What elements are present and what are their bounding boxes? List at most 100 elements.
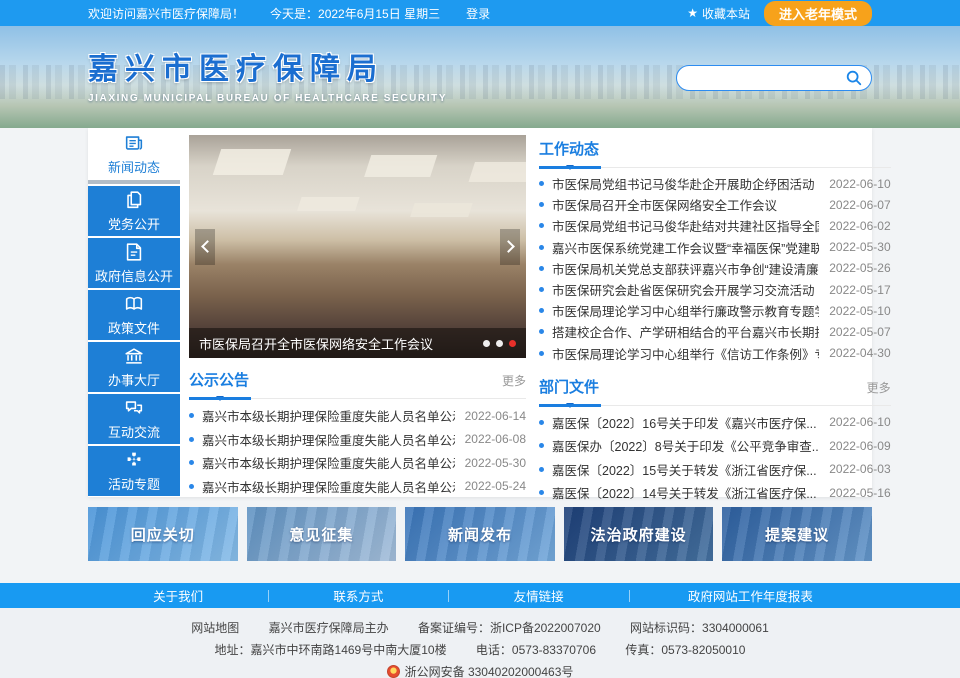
bullet-icon [539, 308, 544, 313]
sidebar-divider [88, 180, 180, 184]
carousel-dot-active[interactable] [509, 340, 516, 347]
list-item[interactable]: 嘉兴市本级长期护理保险重度失能人员名单公示（2...2022-06-08 [189, 428, 526, 452]
sidebar-item-label: 办事大厅 [108, 370, 160, 389]
bullet-icon [539, 266, 544, 271]
carousel-caption: 市医保局召开全市医保网络安全工作会议 [199, 334, 483, 353]
shortcut-banners: 回应关切 意见征集 新闻发布 法治政府建设 提案建议 [88, 507, 872, 561]
bullet-icon [189, 413, 194, 418]
bullet-icon [539, 202, 544, 207]
banner-news-release[interactable]: 新闻发布 [405, 507, 555, 561]
fax-text: 传真：0573-82050010 [625, 643, 745, 657]
main-content-card: 新闻动态 党务公开 政府信息公开 [88, 128, 872, 497]
list-item[interactable]: 市医保局理论学习中心组举行廉政警示教育专题学习...2022-05-10 [539, 300, 891, 321]
list-item[interactable]: 嘉兴市医保系统党建工作会议暨“幸福医保”党建联...2022-05-30 [539, 237, 891, 258]
sidebar-item-label: 政府信息公开 [95, 266, 173, 285]
sidebar-item-news[interactable]: 新闻动态 [88, 128, 180, 180]
bullet-icon [539, 287, 544, 292]
sidebar-item-label: 政策文件 [108, 318, 160, 337]
bullet-icon [539, 223, 544, 228]
bullet-icon [539, 420, 544, 425]
sidebar-item-interaction[interactable]: 互动交流 [88, 394, 180, 444]
list-item[interactable]: 嘉兴市本级长期护理保险重度失能人员名单公示（2...2022-05-30 [189, 451, 526, 475]
site-logo: 嘉兴市医疗保障局 JIAXING MUNICIPAL BUREAU OF HEA… [88, 44, 447, 104]
banner-opinion-collection[interactable]: 意见征集 [247, 507, 397, 561]
carousel-next-icon[interactable] [500, 229, 520, 265]
sidebar-item-label: 新闻动态 [108, 157, 160, 176]
list-item[interactable]: 嘉医保〔2022〕16号关于印发《嘉兴市医疗保...2022-06-10 [539, 411, 891, 435]
search-input[interactable] [689, 71, 845, 85]
footer-nav-bar: 关于我们 联系方式 友情链接 政府网站工作年度报表 [0, 583, 960, 608]
login-link[interactable]: 登录 [466, 5, 490, 22]
list-item[interactable]: 市医保局召开全市医保网络安全工作会议2022-06-07 [539, 194, 891, 215]
list-item[interactable]: 嘉兴市本级长期护理保险重度失能人员名单公示（2...2022-06-14 [189, 404, 526, 428]
today-date: 今天是：2022年6月15日 星期三 [270, 5, 440, 22]
banner-respond-concerns[interactable]: 回应关切 [88, 507, 238, 561]
book-icon [123, 293, 145, 315]
carousel-caption-bar: 市医保局召开全市医保网络安全工作会议 [189, 328, 526, 358]
notices-section: 公示公告 更多 嘉兴市本级长期护理保险重度失能人员名单公示（2...2022-0… [189, 369, 526, 498]
sidebar-item-label: 党务公开 [108, 214, 160, 233]
dept-docs-title: 部门文件 [539, 376, 599, 397]
list-item[interactable]: 嘉医保〔2022〕15号关于转发《浙江省医疗保...2022-06-03 [539, 458, 891, 482]
star-icon: ★ [687, 7, 698, 19]
footer-link-annual-report[interactable]: 政府网站工作年度报表 [629, 586, 872, 605]
sidebar-item-activities[interactable]: 活动专题 [88, 446, 180, 496]
dept-docs-section: 部门文件 更多 嘉医保〔2022〕16号关于印发《嘉兴市医疗保...2022-0… [539, 376, 891, 505]
document-icon [123, 241, 145, 263]
bullet-icon [539, 245, 544, 250]
carousel-dots [483, 340, 516, 347]
sidebar-nav: 新闻动态 党务公开 政府信息公开 [88, 128, 180, 497]
site-subtitle: JIAXING MUNICIPAL BUREAU OF HEALTHCARE S… [88, 93, 447, 104]
site-title: 嘉兴市医疗保障局 [88, 44, 447, 88]
footer-link-contact[interactable]: 联系方式 [268, 586, 448, 605]
carousel-dot[interactable] [483, 340, 490, 347]
favorite-site-button[interactable]: ★ 收藏本站 [687, 5, 750, 22]
bullet-icon [539, 329, 544, 334]
phone-text: 电话：0573-83370706 [476, 643, 596, 657]
sidebar-item-label: 互动交流 [108, 422, 160, 441]
list-item[interactable]: 市医保局机关党总支部获评嘉兴市争创“建设清廉机...2022-05-26 [539, 258, 891, 279]
welcome-text: 欢迎访问嘉兴市医疗保障局！ [88, 5, 244, 22]
pages-icon [123, 189, 145, 211]
carousel-prev-icon[interactable] [195, 229, 215, 265]
list-item[interactable]: 嘉兴市本级长期护理保险重度失能人员名单公示（2...2022-05-24 [189, 475, 526, 499]
bullet-icon [539, 351, 544, 356]
work-news-title: 工作动态 [539, 138, 599, 159]
elder-mode-button[interactable]: 进入老年模式 [764, 1, 872, 26]
banner-law-government[interactable]: 法治政府建设 [564, 507, 714, 561]
list-item[interactable]: 搭建校企合作、产学研相结合的平台嘉兴市长期护理...2022-05-07 [539, 321, 891, 342]
bullet-icon [189, 437, 194, 442]
dept-docs-more-link[interactable]: 更多 [867, 379, 891, 396]
bullet-icon [539, 467, 544, 472]
banner-proposals[interactable]: 提案建议 [722, 507, 872, 561]
list-item[interactable]: 市医保局理论学习中心组举行《信访工作条例》专题...2022-04-30 [539, 343, 891, 364]
sitemap-link[interactable]: 网站地图 [191, 621, 239, 635]
sidebar-item-gov-info[interactable]: 政府信息公开 [88, 238, 180, 288]
sidebar-item-label: 活动专题 [108, 474, 160, 493]
sidebar-item-service-hall[interactable]: 办事大厅 [88, 342, 180, 392]
list-item[interactable]: 市医保局党组书记马俊华赴结对共建社区指导全国文...2022-06-02 [539, 215, 891, 236]
news-carousel[interactable]: 市医保局召开全市医保网络安全工作会议 [189, 135, 526, 358]
newspaper-icon [123, 132, 145, 154]
bullet-icon [189, 484, 194, 489]
icp-text: 备案证编号：浙ICP备2022007020 [418, 621, 601, 635]
carousel-dot[interactable] [496, 340, 503, 347]
bullet-icon [189, 460, 194, 465]
list-item[interactable]: 市医保局党组书记马俊华赴企开展助企纾困活动2022-06-10 [539, 173, 891, 194]
search-box[interactable] [676, 65, 872, 91]
sidebar-item-policy-files[interactable]: 政策文件 [88, 290, 180, 340]
security-record-link[interactable]: 浙公网安备 33040202000463号 [405, 665, 574, 678]
footer-link-about[interactable]: 关于我们 [88, 586, 268, 605]
footer-link-friend-links[interactable]: 友情链接 [448, 586, 628, 605]
list-item[interactable]: 嘉医保办〔2022〕8号关于印发《公平竞争审查...2022-06-09 [539, 434, 891, 458]
site-code-text: 网站标识码：3304000061 [630, 621, 769, 635]
bullet-icon [539, 181, 544, 186]
top-utility-bar: 欢迎访问嘉兴市医疗保障局！ 今天是：2022年6月15日 星期三 登录 ★ 收藏… [0, 0, 960, 26]
list-item[interactable]: 嘉医保〔2022〕14号关于转发《浙江省医疗保...2022-05-16 [539, 481, 891, 505]
notices-more-link[interactable]: 更多 [502, 372, 526, 389]
notices-title: 公示公告 [189, 369, 249, 390]
sidebar-item-party-affairs[interactable]: 党务公开 [88, 186, 180, 236]
search-icon[interactable] [845, 69, 863, 87]
list-item[interactable]: 市医保研究会赴省医保研究会开展学习交流活动2022-05-17 [539, 279, 891, 300]
puzzle-icon [123, 449, 145, 471]
